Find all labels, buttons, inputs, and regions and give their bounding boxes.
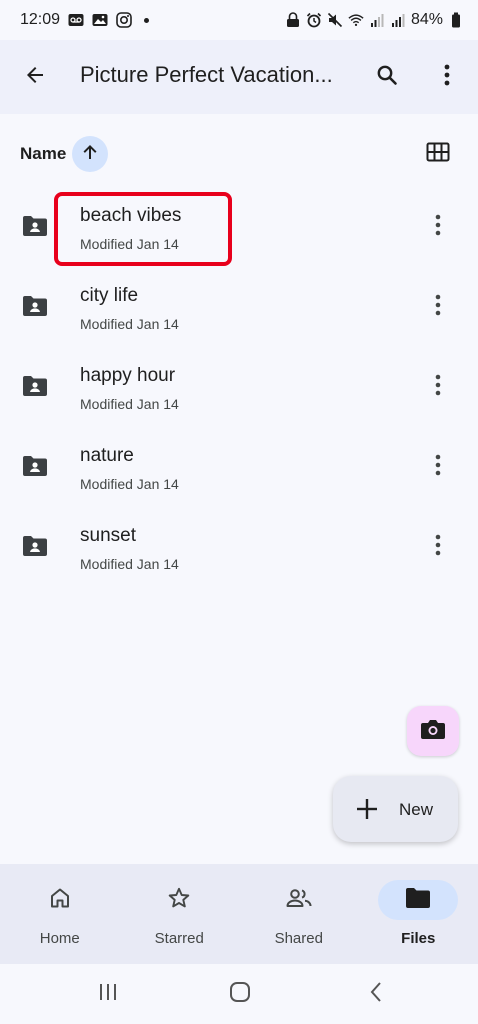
- battery-text: 84%: [410, 11, 443, 28]
- file-list: beach vibes Modified Jan 14 city life Mo…: [0, 189, 478, 589]
- star-icon: [167, 886, 191, 915]
- nav-pill: [20, 880, 100, 920]
- status-time: 12:09: [20, 11, 61, 28]
- alarm-icon: [306, 12, 322, 28]
- more-vert-icon: [443, 64, 451, 91]
- selection-highlight: [54, 192, 232, 266]
- home-system-button[interactable]: [226, 981, 254, 1008]
- list-item[interactable]: nature Modified Jan 14: [0, 429, 478, 509]
- list-item[interactable]: city life Modified Jan 14: [0, 269, 478, 349]
- file-name: beach vibes: [80, 205, 182, 226]
- search-button[interactable]: [366, 56, 408, 98]
- plus-icon: [355, 797, 379, 821]
- back-system-button[interactable]: [362, 981, 390, 1008]
- nav-item-home[interactable]: Home: [0, 864, 120, 964]
- item-more-button[interactable]: [422, 531, 454, 563]
- list-item[interactable]: happy hour Modified Jan 14: [0, 349, 478, 429]
- sort-direction-button[interactable]: [72, 136, 108, 172]
- recents-button[interactable]: [94, 982, 122, 1006]
- nav-pill: [259, 880, 339, 920]
- item-more-button[interactable]: [422, 291, 454, 323]
- arrow-up-icon: [81, 143, 99, 166]
- camera-scan-button[interactable]: [407, 706, 459, 756]
- status-right: 84%: [285, 11, 464, 29]
- signal-icon: [390, 12, 406, 28]
- shared-folder-icon: [22, 455, 48, 477]
- home-icon: [48, 886, 72, 915]
- wifi-icon: [348, 12, 364, 28]
- shared-folder-icon: [22, 215, 48, 237]
- more-vert-icon: [434, 214, 442, 241]
- app-bar: Picture Perfect Vacation...: [0, 40, 478, 114]
- dot-icon: [144, 17, 150, 23]
- folder-icon: [405, 887, 431, 914]
- grid-view-button[interactable]: [420, 136, 456, 172]
- battery-icon: [448, 12, 464, 28]
- grid-view-icon: [426, 142, 450, 167]
- file-modified: Modified Jan 14: [80, 236, 179, 252]
- nav-label: Shared: [274, 930, 323, 947]
- search-icon: [375, 63, 399, 92]
- shared-folder-icon: [22, 295, 48, 317]
- status-bar: 12:09 84%: [0, 0, 478, 40]
- nav-item-starred[interactable]: Starred: [120, 864, 240, 964]
- file-name: happy hour: [80, 365, 176, 386]
- file-name: nature: [80, 445, 134, 466]
- mute-icon: [327, 12, 343, 28]
- back-arrow-icon: [23, 63, 47, 92]
- people-icon: [285, 886, 313, 915]
- sort-row: Name: [0, 132, 478, 176]
- file-name: sunset: [80, 525, 136, 546]
- list-item[interactable]: beach vibes Modified Jan 14: [0, 189, 478, 269]
- more-vert-icon: [434, 294, 442, 321]
- item-more-button[interactable]: [422, 211, 454, 243]
- nav-label: Starred: [154, 930, 204, 947]
- chevron-left-icon: [369, 981, 383, 1008]
- new-button[interactable]: New: [333, 776, 458, 842]
- shared-folder-icon: [22, 535, 48, 557]
- system-navigation-bar: [0, 964, 478, 1024]
- item-more-button[interactable]: [422, 371, 454, 403]
- item-more-button[interactable]: [422, 451, 454, 483]
- file-modified: Modified Jan 14: [80, 556, 179, 572]
- camera-icon: [420, 718, 446, 745]
- recents-icon: [97, 982, 119, 1007]
- signal-icon: [369, 12, 385, 28]
- more-vert-icon: [434, 534, 442, 561]
- more-vert-icon: [434, 454, 442, 481]
- status-left: 12:09: [20, 11, 150, 29]
- bottom-nav: Home Starred Shared Files: [0, 864, 478, 964]
- file-modified: Modified Jan 14: [80, 316, 179, 332]
- voicemail-icon: [68, 12, 84, 28]
- lock-icon: [285, 12, 301, 28]
- nav-item-shared[interactable]: Shared: [239, 864, 359, 964]
- nav-pill: [139, 880, 219, 920]
- list-item[interactable]: sunset Modified Jan 14: [0, 509, 478, 589]
- home-circle-icon: [229, 981, 251, 1008]
- file-modified: Modified Jan 14: [80, 396, 179, 412]
- file-modified: Modified Jan 14: [80, 476, 179, 492]
- more-vert-icon: [434, 374, 442, 401]
- gallery-icon: [92, 12, 108, 28]
- instagram-icon: [116, 12, 132, 28]
- nav-label: Files: [401, 930, 436, 947]
- file-name: city life: [80, 285, 139, 306]
- sort-label[interactable]: Name: [20, 144, 66, 164]
- page-title: Picture Perfect Vacation...: [80, 62, 333, 87]
- more-options-button[interactable]: [426, 56, 468, 98]
- new-button-label: New: [399, 800, 434, 819]
- nav-label: Home: [39, 930, 80, 947]
- nav-pill-active: [378, 880, 459, 920]
- nav-item-files[interactable]: Files: [359, 864, 478, 964]
- shared-folder-icon: [22, 375, 48, 397]
- back-button[interactable]: [14, 56, 56, 98]
